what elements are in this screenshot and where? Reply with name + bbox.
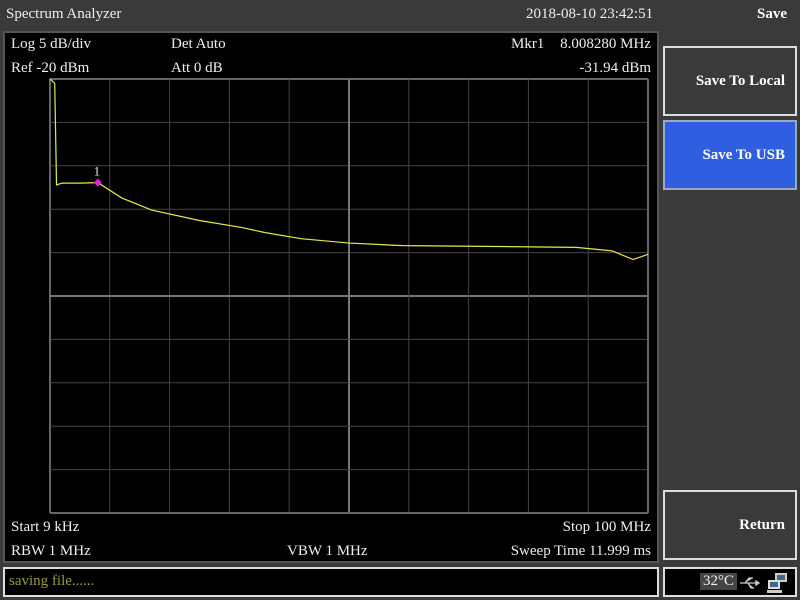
datetime: 2018-08-10 23:42:51 (526, 6, 654, 22)
save-to-usb-label: Save To USB (702, 146, 785, 163)
status-bar: saving file...... (3, 567, 659, 597)
status-message: saving file...... (9, 573, 95, 589)
menu-title: Save (757, 6, 787, 22)
usb-icon (740, 577, 761, 589)
return-label: Return (739, 516, 785, 533)
temperature: 32°C (700, 573, 738, 590)
system-tray: 32°C (663, 567, 797, 597)
save-to-local-button[interactable]: Save To Local (663, 46, 797, 116)
marker-label: Mkr1 (511, 36, 545, 52)
save-to-usb-button[interactable]: Save To USB (663, 120, 797, 190)
marker-frequency: 8.008280 MHz (560, 36, 651, 52)
marker-diamond (93, 178, 102, 187)
return-button[interactable]: Return (663, 490, 797, 560)
spectrum-screen: Log 5 dB/div Ref -20 dBm Det Auto Att 0 … (3, 31, 659, 563)
sweep-time-label: Sweep Time 11.999 ms (510, 543, 651, 559)
attenuation-label: Att 0 dB (171, 60, 223, 76)
scale-label: Log 5 dB/div (11, 36, 92, 52)
network-computer-icon (767, 573, 787, 593)
ref-level-label: Ref -20 dBm (11, 60, 90, 76)
app-title: Spectrum Analyzer (6, 6, 122, 22)
marker-amplitude: -31.94 dBm (579, 60, 651, 76)
spectrum-plot: 1 (49, 78, 649, 514)
vbw-label: VBW 1 MHz (287, 543, 368, 559)
rbw-label: RBW 1 MHz (11, 543, 91, 559)
save-to-local-label: Save To Local (695, 72, 785, 89)
marker-number: 1 (94, 164, 101, 179)
stop-frequency: Stop 100 MHz (562, 519, 651, 535)
detector-label: Det Auto (171, 36, 226, 52)
start-frequency: Start 9 kHz (11, 519, 80, 535)
